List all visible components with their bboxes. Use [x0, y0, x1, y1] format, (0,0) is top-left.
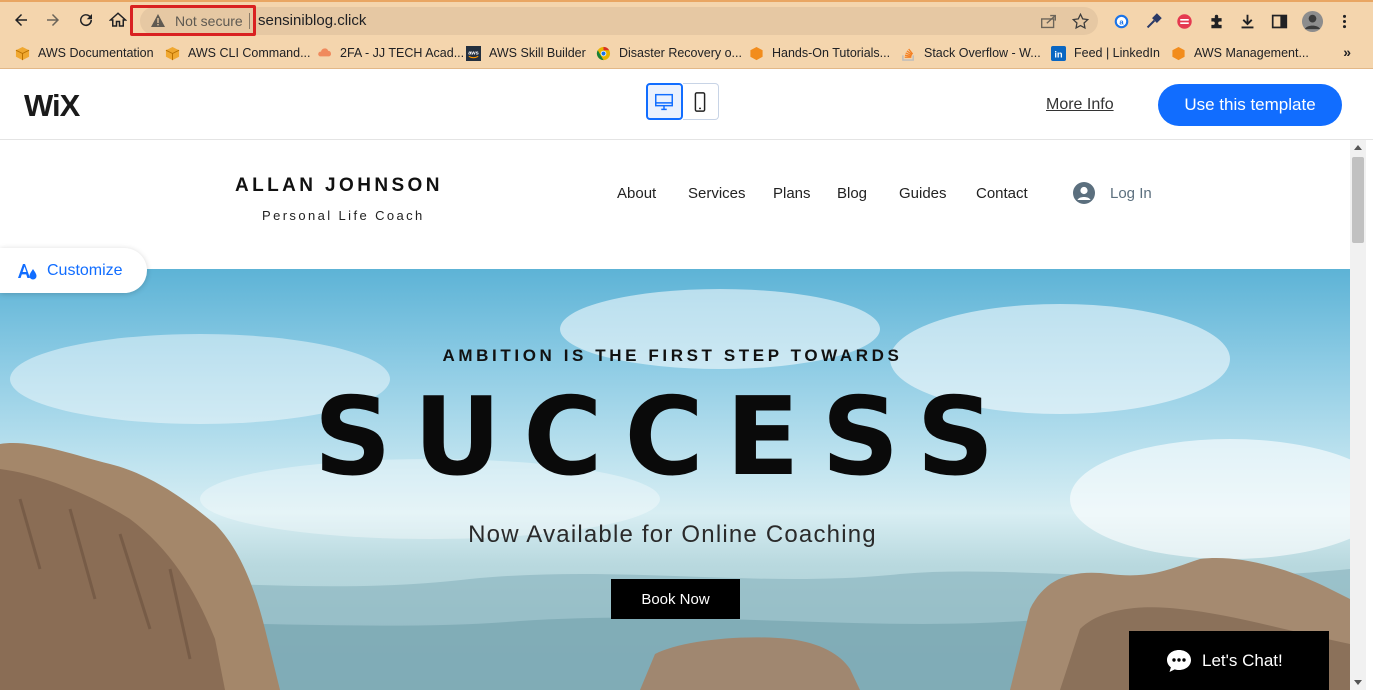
- bookmarks-overflow-button[interactable]: »: [1343, 44, 1351, 60]
- aws-hex-icon: [748, 45, 764, 61]
- bookmark-aws-documentation[interactable]: AWS Documentation: [14, 43, 154, 63]
- bookmark-stack-overflow[interactable]: Stack Overflow - W...: [900, 43, 1041, 63]
- site-preview: ALLAN JOHNSON Personal Life Coach About …: [0, 140, 1350, 690]
- nav-services[interactable]: Services: [688, 185, 746, 202]
- site-tagline: Personal Life Coach: [262, 208, 425, 223]
- nav-contact[interactable]: Contact: [976, 185, 1028, 202]
- aws-logo-icon: aws: [465, 45, 481, 61]
- share-icon[interactable]: [1038, 11, 1058, 31]
- security-indicator[interactable]: Not secure: [130, 5, 256, 36]
- browser-toolbar: Not secure sensiniblog.click a: [0, 0, 1373, 38]
- bookmark-label: Hands-On Tutorials...: [772, 46, 891, 60]
- chat-bubble-icon: [1167, 649, 1191, 672]
- use-template-button[interactable]: Use this template: [1158, 84, 1342, 126]
- bookmark-aws-skill-builder[interactable]: aws AWS Skill Builder: [465, 43, 586, 63]
- customize-label: Customize: [47, 261, 123, 279]
- hero-kicker: AMBITION IS THE FIRST STEP TOWARDS: [442, 346, 903, 365]
- nav-about[interactable]: About: [617, 185, 656, 202]
- chat-widget[interactable]: Let's Chat!: [1129, 631, 1329, 690]
- chrome-icon: [595, 45, 611, 61]
- reload-icon: [80, 14, 93, 27]
- aws-cube-icon: [14, 45, 30, 61]
- bookmark-2fa-jj-tech[interactable]: 2FA - JJ TECH Acad...: [316, 43, 464, 63]
- scroll-up-arrow-icon[interactable]: [1354, 145, 1362, 150]
- desktop-icon: [655, 93, 674, 110]
- paint-drop-icon: [18, 263, 37, 279]
- login-label: Log In: [1110, 184, 1152, 202]
- bookmarks-bar: AWS Documentation AWS CLI Command... 2FA…: [0, 38, 1373, 69]
- hero-section: AMBITION IS THE FIRST STEP TOWARDS SUCCE…: [0, 269, 1350, 690]
- scrollbar-thumb[interactable]: [1352, 157, 1364, 243]
- url-text[interactable]: sensiniblog.click: [258, 12, 366, 29]
- eyedropper-icon[interactable]: [1143, 11, 1163, 31]
- home-icon: [109, 12, 127, 27]
- desktop-view-button[interactable]: [646, 83, 683, 120]
- hero-subtitle: Now Available for Online Coaching: [468, 521, 877, 548]
- arrow-left-icon: [15, 14, 27, 26]
- nav-guides[interactable]: Guides: [899, 185, 947, 202]
- svg-text:aws: aws: [468, 50, 479, 56]
- hero-title: SUCCESS: [313, 375, 1017, 500]
- reload-button[interactable]: [75, 9, 97, 31]
- arrow-right-icon: [47, 14, 59, 26]
- bookmark-label: AWS Management...: [1194, 46, 1309, 60]
- warning-icon: [151, 14, 165, 27]
- wix-logo[interactable]: WiX: [24, 88, 80, 124]
- bookmark-label: Stack Overflow - W...: [924, 46, 1041, 60]
- back-button[interactable]: [10, 9, 32, 31]
- user-avatar-icon: [1073, 182, 1095, 204]
- chat-label: Let's Chat!: [1202, 650, 1283, 670]
- site-name[interactable]: ALLAN JOHNSON: [235, 175, 443, 197]
- bookmark-linkedin[interactable]: in Feed | LinkedIn: [1050, 43, 1160, 63]
- download-icon[interactable]: [1237, 11, 1257, 31]
- stack-overflow-icon: [900, 45, 916, 61]
- book-now-button[interactable]: Book Now: [611, 579, 740, 619]
- nav-plans[interactable]: Plans: [773, 185, 811, 202]
- device-toggle: [646, 83, 719, 120]
- linkedin-icon: in: [1050, 45, 1066, 61]
- security-label: Not secure: [175, 12, 243, 29]
- more-info-link[interactable]: More Info: [1046, 96, 1114, 114]
- aws-hex-icon: [1170, 45, 1186, 61]
- customize-button[interactable]: Customize: [0, 248, 147, 293]
- url-separator: [249, 13, 250, 29]
- svg-text:in: in: [1054, 49, 1063, 59]
- bookmark-label: Disaster Recovery o...: [619, 46, 742, 60]
- wix-template-bar: WiX More Info Use this template: [0, 70, 1373, 140]
- home-button[interactable]: [107, 9, 129, 31]
- bookmark-label: AWS Documentation: [38, 46, 154, 60]
- bookmark-label: AWS CLI Command...: [188, 46, 311, 60]
- site-scrollbar[interactable]: [1350, 140, 1366, 690]
- scroll-down-arrow-icon[interactable]: [1354, 680, 1362, 685]
- extension-red-icon[interactable]: [1174, 11, 1194, 31]
- login-button[interactable]: Log In: [1073, 182, 1152, 204]
- bookmark-star-icon[interactable]: [1070, 11, 1090, 31]
- side-panel-icon[interactable]: [1269, 11, 1289, 31]
- bookmark-label: AWS Skill Builder: [489, 46, 586, 60]
- bookmark-aws-management[interactable]: AWS Management...: [1170, 43, 1309, 63]
- forward-button[interactable]: [42, 9, 64, 31]
- mobile-icon: [694, 91, 706, 112]
- bookmark-aws-cli[interactable]: AWS CLI Command...: [164, 43, 311, 63]
- nav-blog[interactable]: Blog: [837, 185, 867, 202]
- bookmark-label: Feed | LinkedIn: [1074, 46, 1160, 60]
- aws-cube-icon: [164, 45, 180, 61]
- bookmark-label: 2FA - JJ TECH Acad...: [340, 46, 465, 60]
- kebab-menu-icon[interactable]: [1334, 11, 1354, 31]
- profile-avatar-icon[interactable]: [1300, 9, 1324, 33]
- puzzle-icon[interactable]: [1206, 11, 1226, 31]
- mobile-view-button[interactable]: [682, 83, 719, 120]
- extension-a-icon[interactable]: a: [1111, 11, 1131, 31]
- cloud-icon: [316, 45, 332, 61]
- bookmark-hands-on-tutorials[interactable]: Hands-On Tutorials...: [748, 43, 890, 63]
- bookmark-disaster-recovery[interactable]: Disaster Recovery o...: [595, 43, 742, 63]
